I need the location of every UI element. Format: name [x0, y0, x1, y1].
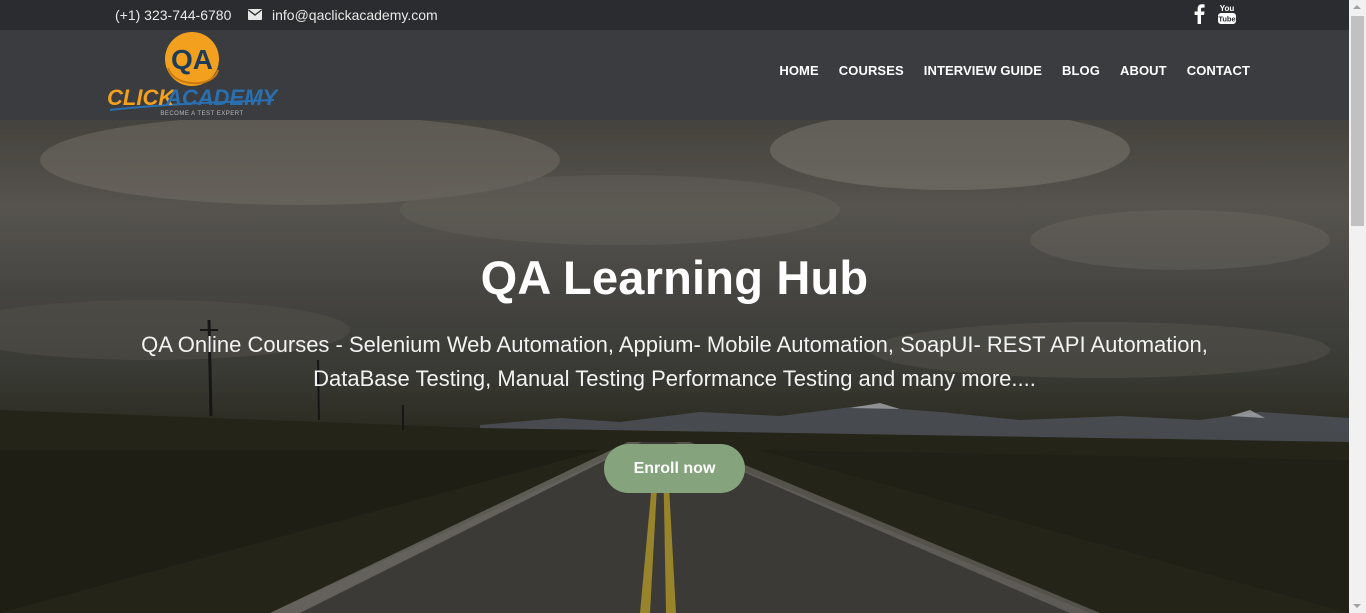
qa-click-academy-logo[interactable]: QA CLICK ACADEMY BECOME A TEST EXPERT — [104, 30, 279, 118]
logo-word-academy: ACADEMY — [165, 85, 279, 110]
scroll-down-arrow-icon[interactable] — [1353, 604, 1361, 608]
hero-subtitle: QA Online Courses - Selenium Web Automat… — [130, 328, 1219, 396]
logo-monogram: QA — [171, 44, 213, 75]
main-nav: HOME COURSES INTERVIEW GUIDE BLOG ABOUT … — [779, 63, 1250, 78]
top-contact-bar: (+1) 323-744-6780 info@qaclickacademy.co… — [0, 0, 1349, 30]
site-header: QA CLICK ACADEMY BECOME A TEST EXPERT HO… — [0, 30, 1349, 120]
hero-subtitle-line-2: DataBase Testing, Manual Testing Perform… — [313, 366, 1036, 391]
svg-text:You: You — [1220, 4, 1235, 13]
hero-banner: QA Learning Hub QA Online Courses - Sele… — [0, 120, 1349, 613]
phone-number: (+1) 323-744-6780 — [115, 7, 232, 23]
scrollbar-thumb[interactable] — [1351, 16, 1364, 226]
svg-text:Tube: Tube — [1218, 15, 1235, 24]
nav-blog[interactable]: BLOG — [1062, 63, 1100, 78]
hero-title: QA Learning Hub — [480, 251, 869, 304]
nav-home[interactable]: HOME — [779, 63, 818, 78]
nav-courses[interactable]: COURSES — [839, 63, 904, 78]
email-link[interactable]: info@qaclickacademy.com — [272, 7, 438, 23]
facebook-icon[interactable] — [1193, 4, 1205, 24]
vertical-scrollbar[interactable] — [1349, 0, 1366, 613]
mail-icon — [248, 9, 262, 20]
page: (+1) 323-744-6780 info@qaclickacademy.co… — [0, 0, 1366, 613]
nav-about[interactable]: ABOUT — [1120, 63, 1167, 78]
hero-subtitle-line-1: QA Online Courses - Selenium Web Automat… — [141, 332, 1208, 357]
youtube-icon[interactable]: You Tube — [1217, 3, 1237, 25]
scroll-up-arrow-icon[interactable] — [1353, 5, 1361, 9]
nav-contact[interactable]: CONTACT — [1187, 63, 1250, 78]
logo-tagline: BECOME A TEST EXPERT — [160, 111, 243, 117]
enroll-now-button[interactable]: Enroll now — [604, 444, 745, 493]
nav-interview-guide[interactable]: INTERVIEW GUIDE — [924, 63, 1042, 78]
